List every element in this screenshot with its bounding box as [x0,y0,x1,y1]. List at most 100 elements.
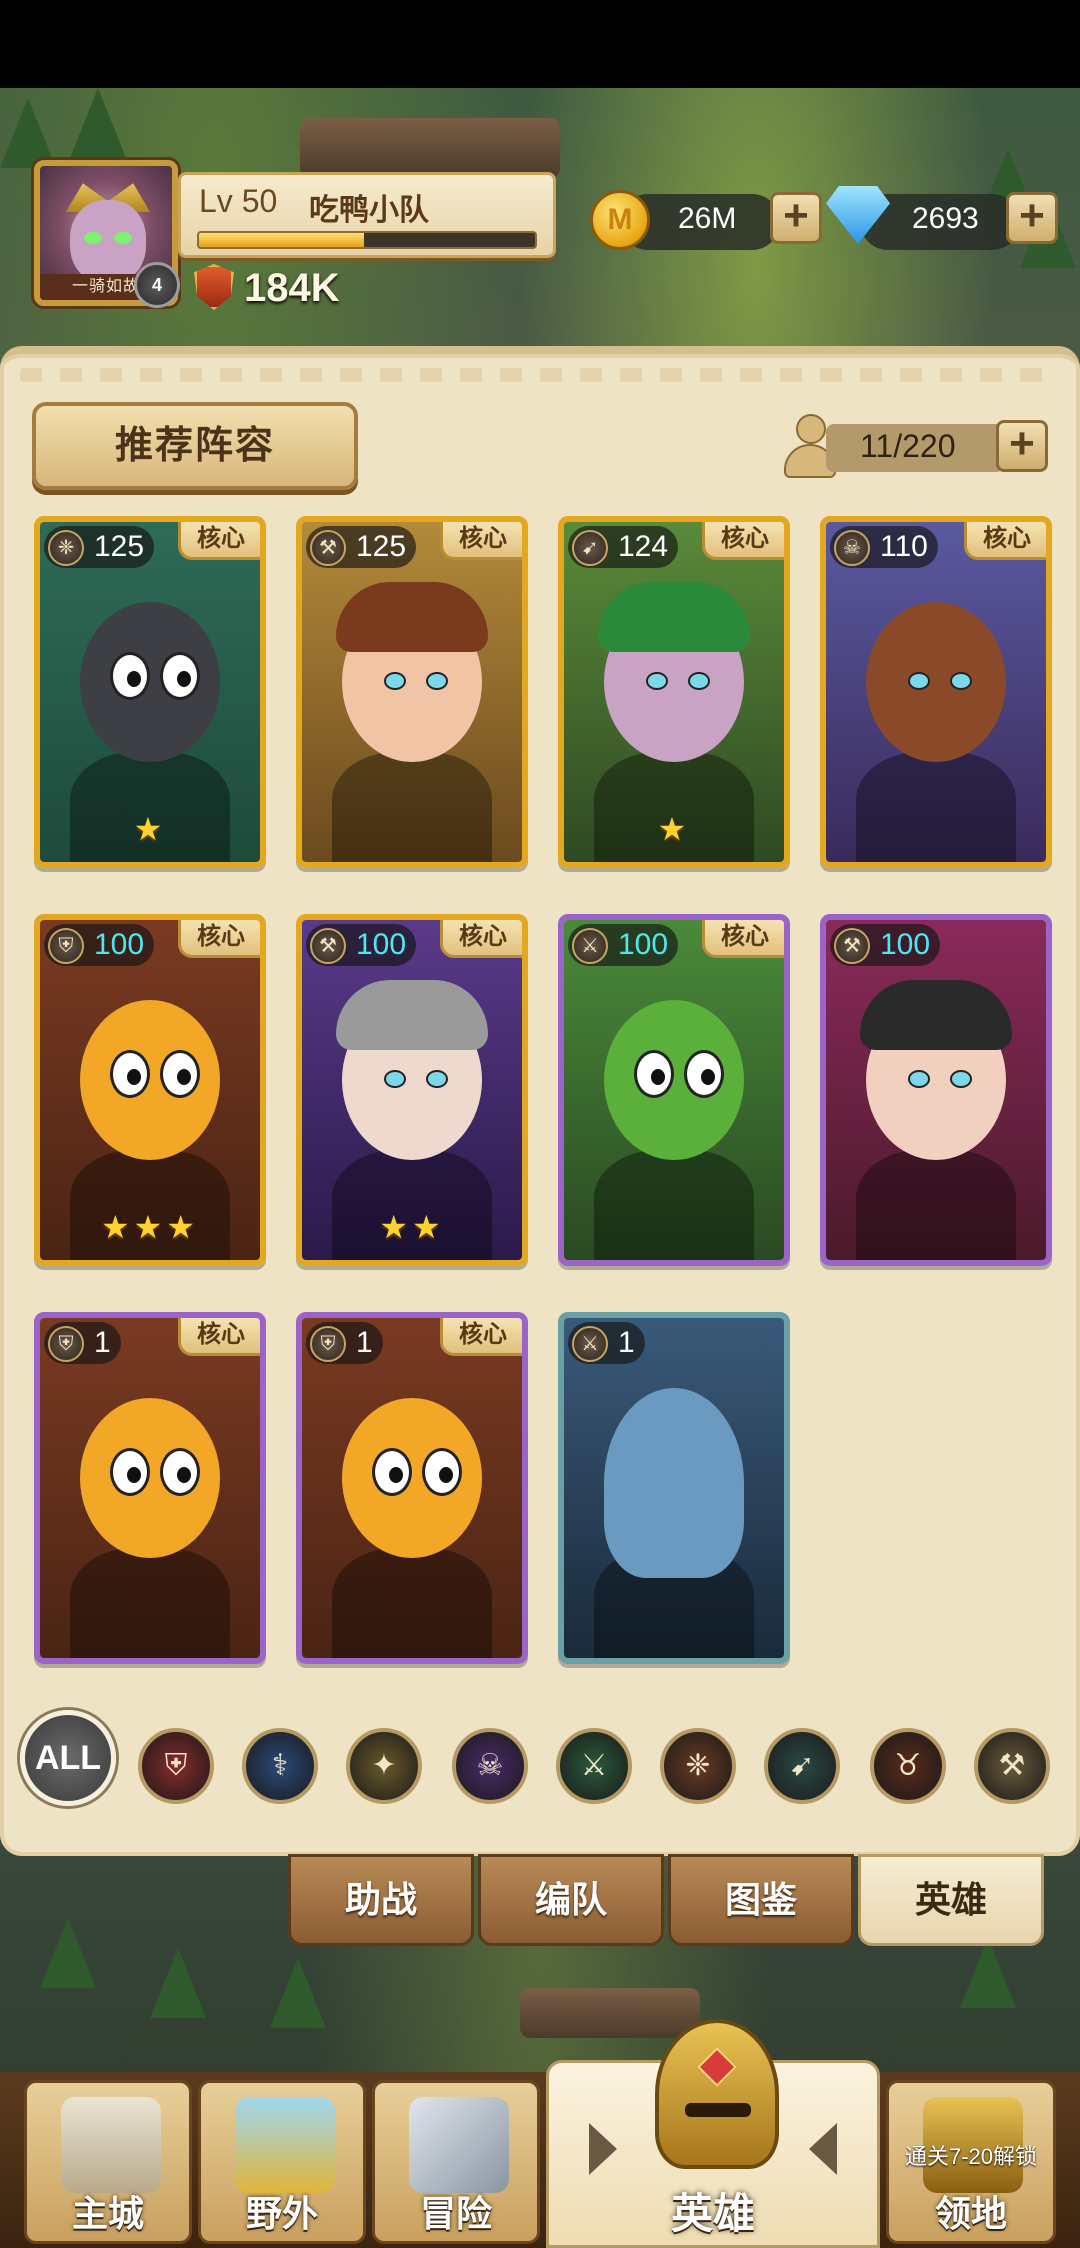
vip-badge[interactable]: 4 [134,262,180,308]
tree [270,1958,326,2028]
gem-value: 2693 [912,202,979,235]
nav-heroes[interactable]: 英雄 [546,2019,880,2248]
tree [70,88,126,158]
core-tag: 核心 [964,522,1046,560]
filter-wings-icon[interactable]: ✦ [346,1728,422,1804]
filter-swords-icon[interactable]: ⚔ [556,1728,632,1804]
arrow-right-icon [809,2123,837,2175]
filter-bull-skull-icon[interactable]: ♉ [870,1728,946,1804]
star-rating: ★★★ [100,1209,200,1245]
skull-icon: ☠ [834,530,870,566]
nav-label: 领地 [934,2193,1007,2234]
nav-main-city[interactable]: 主城 [24,2080,192,2244]
star-rating: ★ [657,811,691,847]
bridge [520,1988,700,2038]
swords-icon: ⚔ [572,928,608,964]
hero-card[interactable]: 125 ⚒ 核心 [296,516,528,868]
xp-bar [197,231,537,249]
core-tag: 核心 [440,920,522,958]
hero-card[interactable]: 124 ➹ 核心 ★ [558,516,790,868]
filter-bow-icon[interactable]: ➹ [764,1728,840,1804]
core-tag: 核心 [440,1318,522,1356]
avatar-eye [84,232,102,244]
tree [150,1948,206,2018]
hammer-icon: ⚒ [310,530,346,566]
add-coins-button[interactable]: + [770,192,822,244]
hammer-icon: ⚒ [310,928,346,964]
avatar-face [70,200,146,284]
filter-skull-icon[interactable]: ☠ [452,1728,528,1804]
tab-formation[interactable]: 编队 [478,1854,664,1946]
hammer-icon: ⚒ [834,928,870,964]
recommended-lineup-button[interactable]: 推荐阵容 [32,402,358,490]
hero-card[interactable]: 1 ⛨ 核心 [34,1312,266,1664]
filter-paw-icon[interactable]: ❈ [660,1728,736,1804]
status-bar [0,0,1080,88]
hero-portrait [826,920,1046,1260]
hero-portrait [564,920,784,1260]
player-name: 吃鸭小队 [309,194,429,227]
crossed-swords-icon [409,2097,509,2193]
nav-territory[interactable]: 通关7-20解锁 领地 [886,2080,1056,2244]
star-rating: ★ [133,811,167,847]
nav-label: 主城 [71,2193,144,2234]
hero-portrait [564,1318,784,1658]
hero-capacity: 11/220 [860,428,956,464]
hero-card[interactable]: 100 ⚔ 核心 [558,914,790,1266]
tree [960,1938,1016,2008]
hero-card[interactable]: 100 ⚒ [820,914,1052,1266]
coin-icon: M [590,190,650,250]
filter-hammer-icon[interactable]: ⚒ [974,1728,1050,1804]
filter-all-button[interactable]: ALL [20,1710,116,1806]
shield-icon: ⛨ [48,1326,84,1362]
nav-wild[interactable]: 野外 [198,2080,366,2244]
nav-label: 冒险 [419,2193,492,2234]
xp-fill [199,233,364,247]
vip-level: 4 [151,275,162,295]
expand-capacity-button[interactable]: + [996,420,1048,472]
add-gems-button[interactable]: + [1006,192,1058,244]
hero-card[interactable]: 110 ☠ 核心 [820,516,1052,868]
nav-adventure[interactable]: 冒险 [372,2080,540,2244]
coin-value: 26M [678,202,737,235]
core-tag: 核心 [178,522,260,560]
panel-decoration [20,368,1060,382]
core-tag: 核心 [702,522,784,560]
name-plate[interactable]: Lv 50 吃鸭小队 [178,172,556,258]
filter-staff-icon[interactable]: ⚕ [242,1728,318,1804]
tab-codex[interactable]: 图鉴 [668,1854,854,1946]
treasure-icon [235,2097,335,2193]
tab-heroes[interactable]: 英雄 [858,1854,1044,1946]
hero-card[interactable]: 100 ⛨ 核心 ★★★ [34,914,266,1266]
star-rating: ★★ [379,1209,445,1245]
swords-icon: ⚔ [572,1326,608,1362]
player-level: Lv 50 [199,183,278,219]
hero-portrait [40,1318,260,1658]
paw-icon: ❈ [48,530,84,566]
power-value: 184K [244,266,340,310]
hero-card[interactable]: 1 ⛨ 核心 [296,1312,528,1664]
tab-support[interactable]: 助战 [288,1854,474,1946]
bow-icon: ➹ [572,530,608,566]
helmet-icon [655,2019,779,2169]
core-tag: 核心 [178,1318,260,1356]
unlock-note: 通关7-20解锁 [904,2144,1038,2169]
hero-portrait [826,522,1046,862]
tree [0,98,56,168]
hero-portrait [302,522,522,862]
core-tag: 核心 [178,920,260,958]
avatar-eye [114,232,132,244]
nav-label: 野外 [245,2193,318,2234]
tree [40,1918,96,1988]
nav-label: 英雄 [670,2190,755,2237]
rock-wall [300,118,560,178]
hero-card[interactable]: 125 ❈ 核心 ★ [34,516,266,868]
shield-icon: ⛨ [310,1326,346,1362]
hero-portrait [302,1318,522,1658]
hero-card[interactable]: 100 ⚒ 核心 ★★ [296,914,528,1266]
hero-card[interactable]: 1 ⚔ [558,1312,790,1664]
castle-icon [61,2097,161,2193]
shield-icon: ⛨ [48,928,84,964]
core-tag: 核心 [440,522,522,560]
filter-shield-icon[interactable]: ⛨ [138,1728,214,1804]
